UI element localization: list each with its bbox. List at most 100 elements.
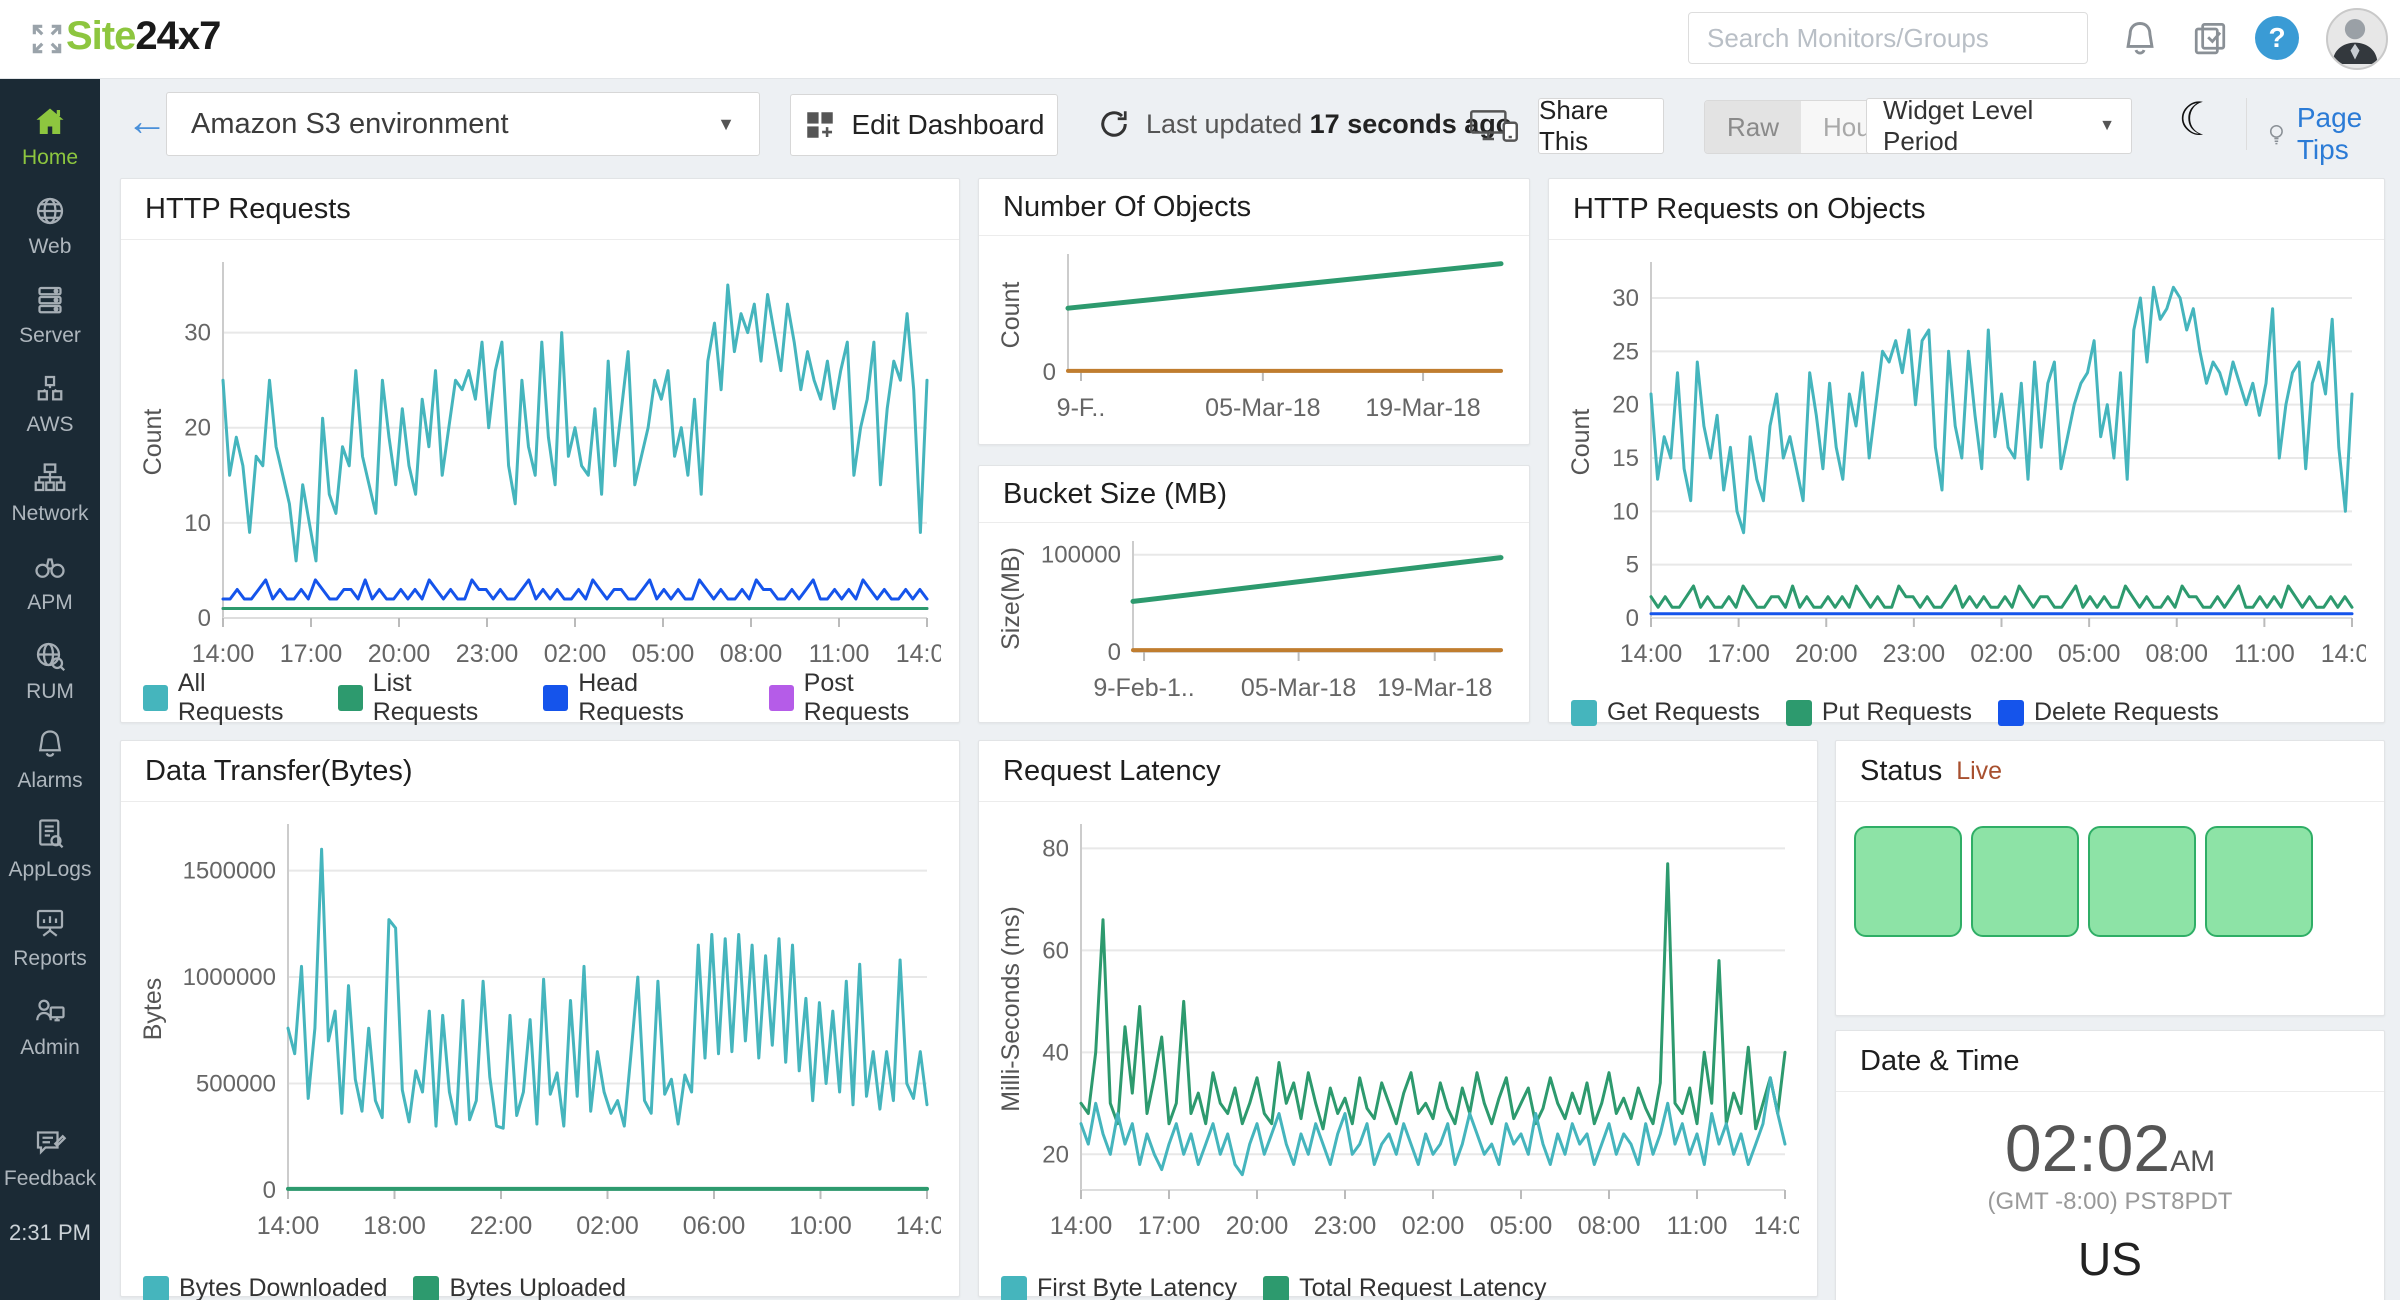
http-requests-card: HTTP Requests 0102030Count14:0017:0020:0… [120, 178, 960, 723]
card-title: HTTP Requests on Objects [1573, 193, 1925, 226]
sidebar-item-reports[interactable]: Reports [0, 893, 100, 982]
legend-item[interactable]: Head Requests [543, 669, 742, 727]
alarm-bell-icon [32, 727, 68, 763]
http-requests-on-objects-chart[interactable]: 051015202530Count14:0017:0020:0023:0002:… [1565, 250, 2366, 680]
bucket-size-chart[interactable]: 0100000Size(MB)9-Feb-1..05-Mar-1819-Mar-… [995, 529, 1515, 714]
svg-text:30: 30 [1612, 285, 1639, 312]
card-title: Number Of Objects [1003, 191, 1251, 224]
http-requests-chart[interactable]: 0102030Count14:0017:0020:0023:0002:0005:… [137, 250, 941, 680]
status-box[interactable] [2205, 826, 2313, 937]
legend-item[interactable]: All Requests [143, 669, 312, 727]
svg-text:Count: Count [139, 409, 167, 476]
sidebar-item-server[interactable]: Server [0, 270, 100, 359]
legend-item[interactable]: Delete Requests [1998, 698, 2219, 727]
rum-globe-magnifier-icon [32, 638, 68, 674]
sidebar-item-feedback[interactable]: Feedback [0, 1113, 100, 1202]
granularity-raw[interactable]: Raw [1705, 101, 1801, 153]
svg-text:19-Mar-18: 19-Mar-18 [1377, 674, 1492, 702]
svg-text:Count: Count [997, 282, 1025, 349]
widget-level-period-dropdown[interactable]: Widget Level Period ▼ [1866, 98, 2132, 154]
expand-icon[interactable] [28, 20, 66, 58]
search-input[interactable] [1688, 12, 2088, 64]
dashboard-grid-icon [803, 108, 837, 142]
svg-text:20:00: 20:00 [1795, 640, 1858, 668]
server-icon [32, 282, 68, 318]
legend-item[interactable]: First Byte Latency [1001, 1274, 1237, 1300]
edit-dashboard-button[interactable]: Edit Dashboard [790, 94, 1058, 156]
svg-text:15: 15 [1612, 445, 1639, 472]
sidebar-item-aws[interactable]: AWS [0, 359, 100, 448]
svg-text:30: 30 [184, 320, 211, 347]
devices-icon[interactable] [1468, 106, 1520, 146]
svg-text:14:00: 14:00 [257, 1212, 320, 1240]
svg-text:1000000: 1000000 [183, 964, 276, 991]
svg-text:1500000: 1500000 [183, 858, 276, 885]
svg-text:5: 5 [1626, 552, 1639, 579]
chevron-down-icon: ▼ [2099, 117, 2115, 135]
sidebar-item-rum[interactable]: RUM [0, 626, 100, 715]
user-avatar[interactable] [2326, 8, 2388, 70]
svg-text:0: 0 [1043, 359, 1056, 386]
site24x7-logo[interactable]: Site24x7 [66, 14, 220, 59]
help-icon[interactable]: ? [2255, 16, 2299, 60]
svg-text:22:00: 22:00 [470, 1212, 533, 1240]
svg-text:9-Feb-1..: 9-Feb-1.. [1093, 674, 1194, 702]
legend-item[interactable]: Post Requests [769, 669, 959, 727]
sidebar-item-applogs[interactable]: AppLogs [0, 804, 100, 893]
http-requests-legend: All Requests List Requests Head Requests… [143, 669, 959, 727]
notifications-bell-icon[interactable] [2118, 18, 2162, 62]
back-arrow-icon[interactable]: ← [126, 96, 168, 146]
sidebar-item-network[interactable]: Network [0, 448, 100, 537]
sidebar-item-alarms[interactable]: Alarms [0, 715, 100, 804]
request-latency-legend: First Byte Latency Total Request Latency [1001, 1274, 1546, 1300]
svg-text:11:00: 11:00 [2234, 640, 2295, 668]
svg-text:17:00: 17:00 [280, 640, 343, 668]
datetime-card: Date & Time 02:02AM (GMT -8:00) PST8PDT … [1835, 1030, 2385, 1300]
svg-text:18:00: 18:00 [363, 1212, 426, 1240]
legend-item[interactable]: Bytes Downloaded [143, 1274, 387, 1300]
globe-icon [32, 193, 68, 229]
status-box[interactable] [1854, 826, 1962, 937]
svg-text:10: 10 [184, 510, 211, 537]
svg-text:11:00: 11:00 [809, 640, 870, 668]
binoculars-icon [32, 549, 68, 585]
svg-text:17:00: 17:00 [1138, 1212, 1201, 1240]
status-box[interactable] [1971, 826, 2079, 937]
legend-item[interactable]: Total Request Latency [1263, 1274, 1546, 1300]
request-latency-card: Request Latency 20406080Milli-Seconds (m… [978, 740, 1818, 1297]
card-title: Date & Time [1860, 1045, 2020, 1078]
status-box[interactable] [2088, 826, 2196, 937]
svg-text:25: 25 [1612, 338, 1639, 365]
admin-icon [32, 994, 68, 1030]
svg-text:14:00: 14:00 [1754, 1212, 1799, 1240]
sidebar: Home Web Server AWS Network APM RUM Ala [0, 78, 100, 1300]
dashboard-selector[interactable]: Amazon S3 environment ▼ [166, 92, 760, 156]
request-latency-chart[interactable]: 20406080Milli-Seconds (ms)14:0017:0020:0… [995, 812, 1799, 1252]
number-of-objects-chart[interactable]: 0Count9-F..05-Mar-1819-Mar-18 [995, 242, 1515, 434]
svg-text:0: 0 [198, 605, 211, 632]
tasks-icon[interactable] [2188, 18, 2232, 62]
dark-mode-moon-icon[interactable]: ☾ [2178, 92, 2219, 146]
sidebar-item-home[interactable]: Home [0, 92, 100, 181]
sidebar-item-admin[interactable]: Admin [0, 982, 100, 1071]
reports-icon [32, 905, 68, 941]
feedback-icon [32, 1125, 68, 1161]
svg-text:17:00: 17:00 [1707, 640, 1770, 668]
legend-item[interactable]: Bytes Uploaded [413, 1274, 626, 1300]
sidebar-item-apm[interactable]: APM [0, 537, 100, 626]
data-transfer-chart[interactable]: 050000010000001500000Bytes14:0018:0022:0… [137, 812, 941, 1252]
sidebar-item-web[interactable]: Web [0, 181, 100, 270]
legend-item[interactable]: Get Requests [1571, 698, 1760, 727]
legend-item[interactable]: List Requests [338, 669, 518, 727]
card-title: Request Latency [1003, 755, 1221, 788]
svg-text:05-Mar-18: 05-Mar-18 [1205, 394, 1320, 422]
share-this-button[interactable]: Share This [1538, 98, 1664, 154]
aws-cubes-icon [32, 371, 68, 407]
top-header: Site24x7 ? [0, 0, 2400, 79]
status-card: Status Live [1835, 740, 2385, 1016]
svg-text:14:00: 14:00 [1050, 1212, 1113, 1240]
svg-text:19-Mar-18: 19-Mar-18 [1365, 394, 1480, 422]
page-tips-link[interactable]: Page Tips [2264, 102, 2400, 166]
refresh-icon[interactable] [1096, 106, 1132, 142]
legend-item[interactable]: Put Requests [1786, 698, 1972, 727]
